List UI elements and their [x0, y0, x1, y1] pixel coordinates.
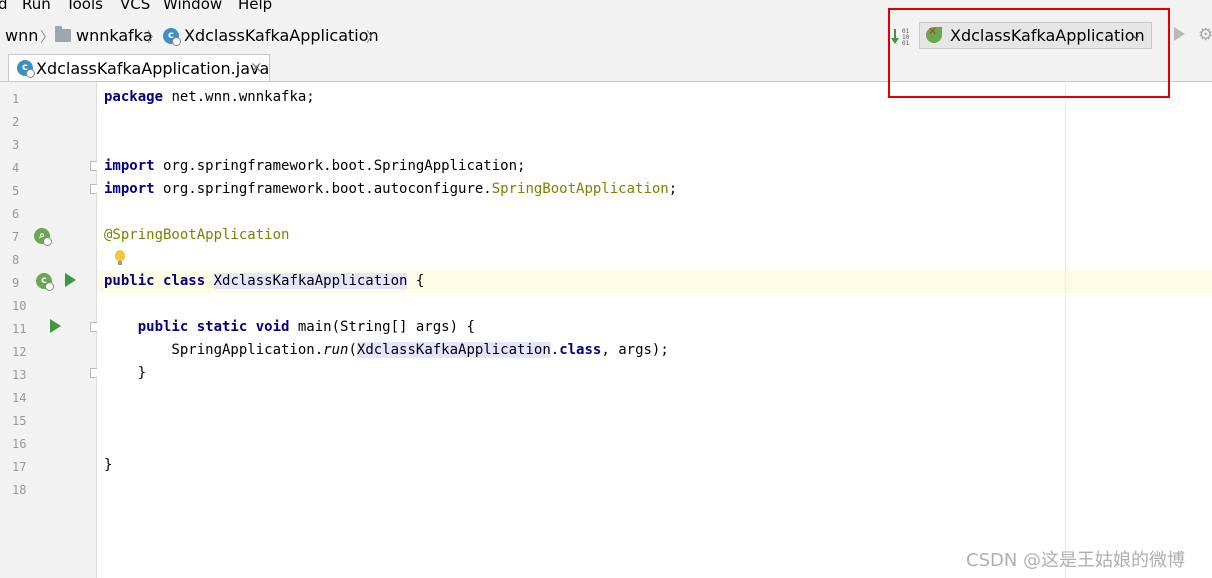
line-number: 12 [12, 345, 27, 359]
run-icon[interactable] [1174, 27, 1185, 41]
menu-item-build[interactable]: d [0, 0, 8, 13]
right-margin-guide [1065, 82, 1066, 578]
line-number: 8 [12, 253, 20, 267]
code-line-1: package net.wnn.wnnkafka; [104, 89, 315, 105]
tab-label: XdclassKafkaApplication.java [36, 59, 270, 78]
spring-class-icon: c [17, 60, 35, 78]
code-line-5: import org.springframework.boot.autoconf… [104, 181, 678, 197]
line-number: 18 [12, 483, 27, 497]
line-number: 17 [12, 460, 27, 474]
run-configuration-label: XdclassKafkaApplication [950, 26, 1145, 45]
menu-item-help[interactable]: Help [238, 0, 272, 13]
line-number: 9 [12, 276, 20, 290]
breadcrumb-separator: 〉 [147, 30, 161, 46]
menu-item-window[interactable]: Window [163, 0, 222, 13]
code-line-11: public static void main(String[] args) { [137, 319, 475, 335]
line-number: 14 [12, 391, 27, 405]
menu-bar: d Run Tools VCS Window Help [0, 0, 1212, 18]
line-number: 2 [12, 115, 20, 129]
code-line-13: } [104, 365, 147, 381]
lightbulb-icon[interactable] [115, 250, 125, 265]
run-class-icon[interactable] [65, 273, 76, 287]
breadcrumb-project[interactable]: wnn [5, 26, 38, 45]
breadcrumb-separator: 〉 [40, 30, 54, 46]
breadcrumb-class[interactable]: XdclassKafkaApplication [184, 26, 379, 45]
editor-tab[interactable]: c XdclassKafkaApplication.java × [8, 54, 270, 81]
line-number: 1 [12, 92, 20, 106]
run-main-icon[interactable] [50, 319, 61, 333]
line-number: 16 [12, 437, 27, 451]
line-number: 4 [12, 161, 20, 175]
breadcrumb-package[interactable]: wnnkafka [76, 26, 153, 45]
menu-item-vcs[interactable]: VCS [120, 0, 150, 13]
line-number: 5 [12, 184, 20, 198]
code-line-12: SpringApplication.run(XdclassKafkaApplic… [104, 342, 669, 358]
sort-icon[interactable]: 01 10 01 [891, 27, 913, 45]
code-line-4: import org.springframework.boot.SpringAp… [104, 158, 526, 174]
menu-item-tools[interactable]: Tools [66, 0, 103, 13]
editor-gutter: 1 2 3 4 5 6 7 8 9 10 11 12 13 14 15 16 1… [0, 82, 97, 578]
chevron-down-icon: ⌄ [1130, 27, 1142, 43]
run-configuration-selector[interactable]: ✕ XdclassKafkaApplication ⌄ [919, 22, 1152, 49]
spring-class-icon[interactable]: c [36, 273, 54, 291]
editor-tab-bar: c XdclassKafkaApplication.java × [0, 54, 1212, 82]
line-number: 13 [12, 368, 27, 382]
line-number: 3 [12, 138, 20, 152]
close-icon[interactable]: × [250, 58, 263, 76]
line-number: 10 [12, 299, 27, 313]
code-line-9: public class XdclassKafkaApplication { [104, 273, 425, 289]
spring-bean-icon[interactable]: ⌕ [34, 228, 52, 246]
code-line-7: @SpringBootApplication [104, 227, 290, 243]
menu-item-run[interactable]: Run [22, 0, 51, 13]
line-number: 7 [12, 230, 20, 244]
svg-text:01: 01 [902, 40, 910, 45]
gear-icon[interactable]: ⚙ [1198, 25, 1212, 45]
watermark: CSDN @这是王姑娘的微博 [966, 550, 1186, 571]
code-line-17: } [104, 457, 113, 473]
folder-icon [55, 26, 71, 42]
spring-boot-icon: ✕ [926, 25, 942, 43]
breadcrumb-separator: 〉 [366, 30, 380, 46]
spring-class-icon: c [163, 28, 181, 46]
line-number: 6 [12, 207, 20, 221]
line-number: 11 [12, 322, 27, 336]
line-number: 15 [12, 414, 27, 428]
